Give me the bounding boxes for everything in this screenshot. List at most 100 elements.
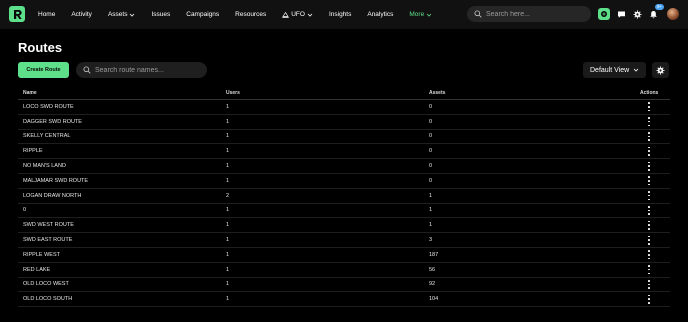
row-actions-kebab-icon[interactable] [646,131,652,141]
nav-more[interactable]: More [409,11,432,18]
column-header-name[interactable]: Name [23,90,37,96]
nav-home[interactable]: Home [38,11,55,18]
route-name-cell[interactable]: SWD WEST ROUTE [23,222,74,228]
table-row[interactable]: MALJAMAR SWD ROUTE 1 0 [18,174,670,189]
row-actions-kebab-icon[interactable] [646,161,652,171]
kebab-dot [648,198,650,201]
row-actions-kebab-icon[interactable] [646,102,652,112]
table-row[interactable]: OLD LOCO SOUTH 1 104 [18,292,670,308]
table-row[interactable]: SWD EAST ROUTE 1 3 [18,233,670,248]
row-actions-kebab-icon[interactable] [646,146,652,156]
route-name-cell[interactable]: OLD LOCO WEST [23,281,69,287]
column-header-users[interactable]: Users [226,90,240,96]
column-header-actions: Actions [640,89,659,96]
table-row[interactable]: RED LAKE 1 56 [18,263,670,278]
table-row[interactable]: NO MAN'S LAND 1 0 [18,159,670,174]
kebab-dot [648,220,650,223]
route-assets-cell: 3 [429,237,433,244]
row-actions-kebab-icon[interactable] [646,279,652,289]
route-search[interactable] [76,62,207,78]
route-name-cell[interactable]: NO MAN'S LAND [23,163,66,169]
avatar[interactable] [667,8,679,20]
route-assets-cell: 0 [429,148,433,155]
row-actions-kebab-icon[interactable] [646,265,652,275]
route-search-input[interactable] [95,66,205,74]
row-actions-kebab-icon[interactable] [646,117,652,127]
quick-action-button[interactable] [598,8,610,20]
kebab-dot [648,283,650,286]
route-assets-cell: 0 [429,177,433,184]
route-assets-cell: 0 [429,133,433,140]
route-users-cell: 1 [226,266,230,273]
table-body: LOCO SWD ROUTE 1 0 DAGGER SWD ROUTE 1 0 SKELLY… [18,100,670,308]
route-name-cell[interactable]: SKELLY CENTRAL [23,133,70,139]
notification-badge: 9+ [655,4,665,10]
kebab-dot [648,102,650,104]
nav-more-label: More [409,11,425,18]
row-actions-kebab-icon[interactable] [646,176,652,186]
kebab-dot [648,294,650,297]
route-users-cell: 1 [226,163,230,170]
route-assets-cell: 0 [429,118,433,125]
global-search-input[interactable] [486,10,582,18]
kebab-dot [648,254,650,256]
route-assets-cell: 56 [429,266,436,273]
kebab-dot [648,109,650,112]
route-users-cell: 1 [226,296,230,303]
kebab-dot [648,250,650,252]
table-settings-button[interactable] [652,62,669,78]
messages-button[interactable] [615,8,627,20]
nav-issues[interactable]: Issues [151,11,170,18]
route-name-cell[interactable]: DAGGER SWD ROUTE [23,119,82,125]
table-row[interactable]: 0 1 1 [18,204,670,219]
table-row[interactable]: DAGGER SWD ROUTE 1 0 [18,115,670,130]
row-actions-kebab-icon[interactable] [646,191,652,201]
table-row[interactable]: SKELLY CENTRAL 1 0 [18,130,670,145]
route-name-cell[interactable]: LOGAN DRAW NORTH [23,193,81,199]
row-actions-kebab-icon[interactable] [646,250,652,260]
nav-ufo[interactable]: UFO [282,11,313,18]
row-actions-kebab-icon[interactable] [646,220,652,230]
table-row[interactable]: OLD LOCO WEST 1 92 [18,278,670,293]
route-name-cell[interactable]: SWD EAST ROUTE [23,237,72,243]
kebab-dot [648,139,650,141]
kebab-dot [648,242,650,245]
row-actions-kebab-icon[interactable] [646,235,652,245]
gear-icon [633,10,641,18]
app-logo[interactable] [9,6,25,22]
create-route-button[interactable]: Create Route [18,62,69,78]
table-row[interactable]: RIPPLE WEST 1 187 [18,248,670,263]
nav-analytics[interactable]: Analytics [367,11,393,18]
global-search[interactable] [467,6,591,22]
settings-nav-button[interactable] [631,8,643,20]
route-users-cell: 1 [226,251,230,258]
kebab-dot [648,120,650,123]
kebab-dot [648,180,650,182]
table-row[interactable]: RIPPLE 1 0 [18,144,670,160]
nav-campaigns[interactable]: Campaigns [186,11,219,18]
route-name-cell[interactable]: 0 [23,207,26,213]
view-select[interactable]: Default View [583,62,646,78]
column-header-assets[interactable]: Assets [429,90,445,96]
table-row[interactable]: LOGAN DRAW NORTH 2 1 [18,189,670,204]
nav-insights[interactable]: Insights [329,11,351,18]
route-users-cell: 1 [226,207,230,214]
route-assets-cell: 1 [429,207,433,214]
row-actions-kebab-icon[interactable] [646,205,652,215]
nav-assets[interactable]: Assets [108,11,136,18]
bell-icon [649,10,657,18]
route-assets-cell: 92 [429,281,436,288]
nav-activity[interactable]: Activity [71,11,92,18]
route-name-cell[interactable]: RIPPLE [23,148,43,154]
route-name-cell[interactable]: RIPPLE WEST [23,252,60,258]
nav-resources[interactable]: Resources [235,11,266,18]
route-name-cell[interactable]: OLD LOCO SOUTH [23,296,72,302]
route-name-cell[interactable]: MALJAMAR SWD ROUTE [23,178,88,184]
table-row[interactable]: LOCO SWD ROUTE 1 0 [18,100,670,115]
route-assets-cell: 1 [429,192,433,199]
row-actions-kebab-icon[interactable] [646,294,652,304]
table-row[interactable]: SWD WEST ROUTE 1 1 [18,218,670,234]
route-users-cell: 1 [226,222,230,229]
route-name-cell[interactable]: LOCO SWD ROUTE [23,104,74,110]
route-name-cell[interactable]: RED LAKE [23,267,50,273]
